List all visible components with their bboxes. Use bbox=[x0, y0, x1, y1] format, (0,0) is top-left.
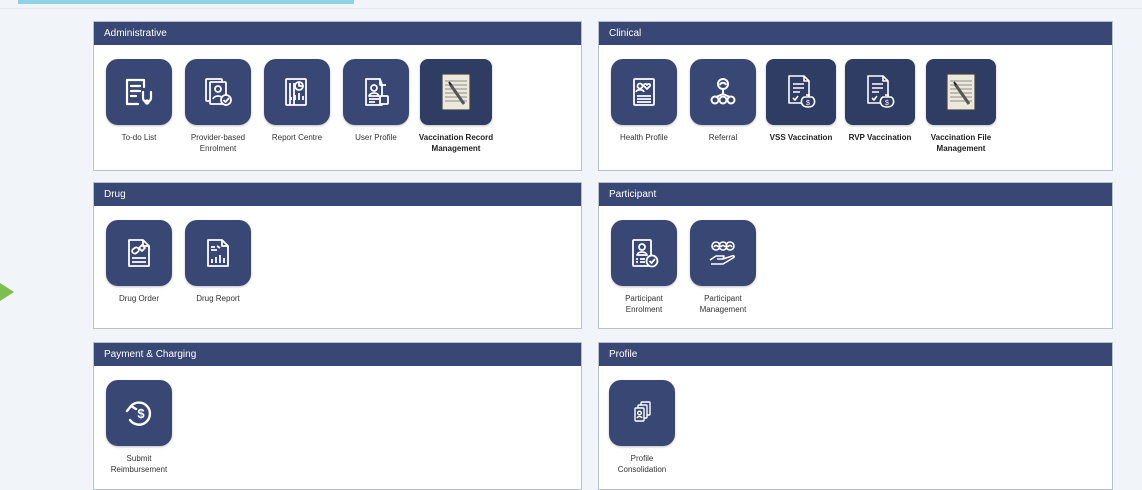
panel-administrative: Administrative To-do List Provider-based… bbox=[93, 21, 582, 171]
tile-to-do-list[interactable]: To-do List bbox=[99, 59, 179, 143]
panel-header: Participant bbox=[599, 183, 1112, 206]
tile-profile-consolidation[interactable]: Profile Consolidation bbox=[602, 380, 682, 475]
participant-enrolment-icon bbox=[611, 220, 677, 286]
tile-label: Drug Order bbox=[118, 294, 159, 303]
tile-label: RVP Vaccination bbox=[848, 133, 912, 142]
reimbursement-icon: $ bbox=[106, 380, 172, 446]
tile-report-centre[interactable]: Report Centre bbox=[257, 59, 337, 143]
tile-submit-reimbursement[interactable]: $ Submit Reimbursement bbox=[99, 380, 179, 475]
tile-drug-report[interactable]: Drug Report bbox=[178, 220, 258, 304]
report-centre-icon bbox=[264, 59, 330, 125]
tile-participant-enrolment[interactable]: Participant Enrolment bbox=[604, 220, 684, 315]
tile-label: Vaccination Record Management bbox=[418, 133, 494, 153]
tile-label: Vaccination File Management bbox=[930, 133, 992, 153]
tile-referral[interactable]: Referral bbox=[683, 59, 763, 143]
tile-label: Participant Enrolment bbox=[625, 294, 663, 314]
tile-health-profile[interactable]: Health Profile bbox=[604, 59, 684, 143]
tile-vss-vaccination[interactable]: $ VSS Vaccination bbox=[761, 59, 841, 143]
panel-header: Profile bbox=[599, 343, 1112, 366]
svg-text:$: $ bbox=[885, 100, 889, 107]
todo-list-icon bbox=[106, 59, 172, 125]
side-panel-toggle-arrow[interactable] bbox=[0, 283, 14, 301]
panel-header: Administrative bbox=[94, 22, 581, 45]
panel-drug: Drug Drug Order Drug Report bbox=[93, 182, 582, 329]
profile-consolidation-icon bbox=[609, 380, 675, 446]
panel-header: Clinical bbox=[599, 22, 1112, 45]
tile-label: Health Profile bbox=[619, 133, 669, 142]
svg-text:$: $ bbox=[806, 100, 810, 107]
rvp-vaccination-icon: $ bbox=[845, 59, 915, 125]
tile-vaccination-file-management[interactable]: Vaccination File Management bbox=[919, 59, 1003, 154]
top-accent-strip bbox=[18, 0, 354, 4]
panel-payment-charging: Payment & Charging $ Submit Reimbursemen… bbox=[93, 342, 582, 490]
svg-text:$: $ bbox=[137, 406, 145, 421]
vss-vaccination-icon: $ bbox=[766, 59, 836, 125]
panel-clinical: Clinical Health Profile Referral $ VSS V… bbox=[598, 21, 1113, 171]
panel-header: Payment & Charging bbox=[94, 343, 581, 366]
tile-provider-based-enrolment[interactable]: Provider-based Enrolment bbox=[178, 59, 258, 154]
tile-label: Provider-based Enrolment bbox=[190, 133, 246, 153]
panel-header: Drug bbox=[94, 183, 581, 206]
drug-order-icon bbox=[106, 220, 172, 286]
referral-icon bbox=[690, 59, 756, 125]
tile-label: Report Centre bbox=[271, 133, 323, 142]
tile-vaccination-record-management[interactable]: Vaccination Record Management bbox=[412, 59, 500, 154]
participant-management-icon bbox=[690, 220, 756, 286]
vaccination-record-icon bbox=[420, 59, 492, 125]
tile-label: Profile Consolidation bbox=[617, 454, 667, 474]
vaccination-file-icon bbox=[926, 59, 996, 125]
tile-label: Drug Report bbox=[196, 294, 240, 303]
tile-drug-order[interactable]: Drug Order bbox=[99, 220, 179, 304]
tile-rvp-vaccination[interactable]: $ RVP Vaccination bbox=[840, 59, 920, 143]
drug-report-icon bbox=[185, 220, 251, 286]
top-divider bbox=[0, 8, 1142, 9]
tile-label: VSS Vaccination bbox=[769, 133, 833, 142]
tile-label: Participant Management bbox=[699, 294, 747, 314]
tile-label: To-do List bbox=[121, 133, 157, 142]
tile-label: Submit Reimbursement bbox=[110, 454, 168, 474]
user-profile-icon bbox=[343, 59, 409, 125]
panel-profile: Profile Profile Consolidation bbox=[598, 342, 1113, 490]
tile-participant-management[interactable]: Participant Management bbox=[683, 220, 763, 315]
tile-user-profile[interactable]: User Profile bbox=[336, 59, 416, 143]
panel-participant: Participant Participant Enrolment Partic… bbox=[598, 182, 1113, 329]
health-profile-icon bbox=[611, 59, 677, 125]
provider-enrolment-icon bbox=[185, 59, 251, 125]
tile-label: User Profile bbox=[355, 133, 397, 142]
tile-label: Referral bbox=[708, 133, 738, 142]
